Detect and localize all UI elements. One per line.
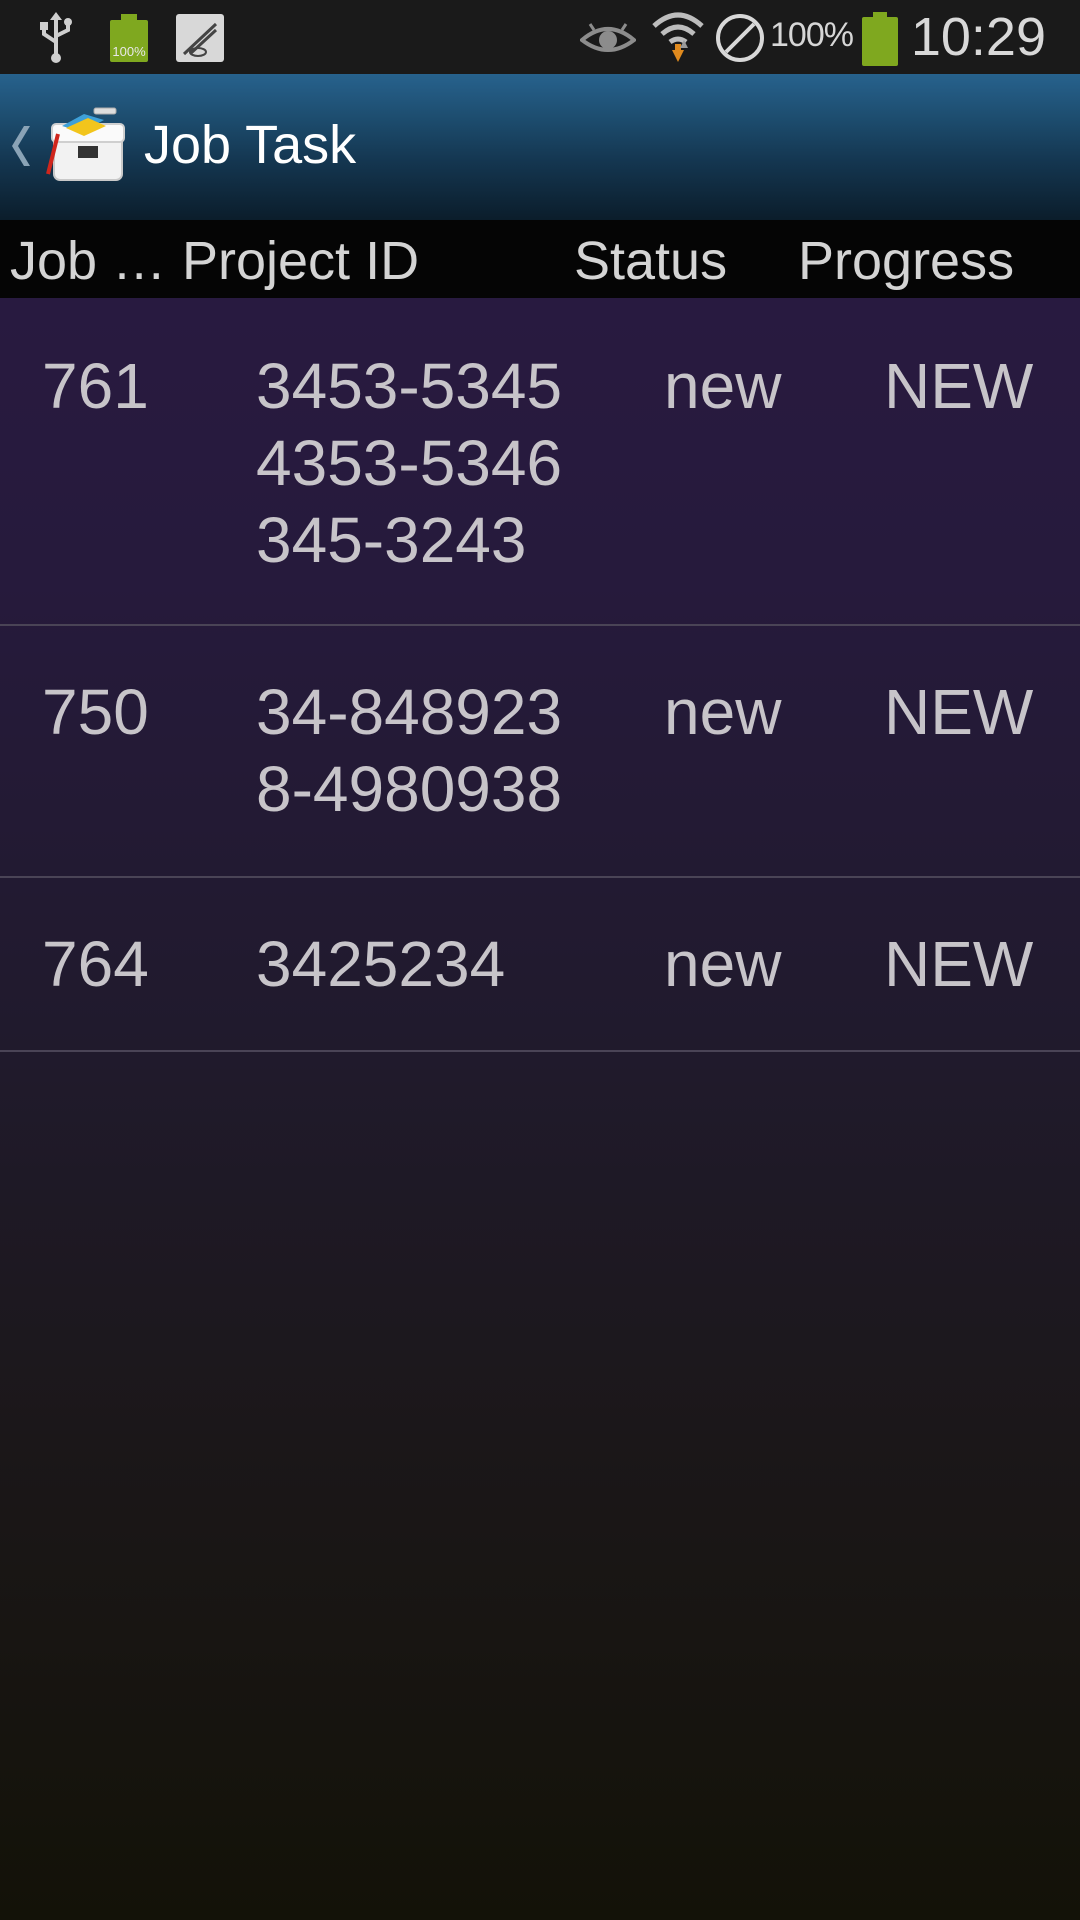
progress-value: NEW xyxy=(884,928,1034,1000)
page-title: Job Task xyxy=(144,115,357,175)
column-header-status[interactable]: Status xyxy=(574,230,727,292)
project-id: 4353-5346 xyxy=(256,427,563,499)
status-bar: 100% 100% 10:29 xyxy=(0,0,1080,74)
project-id-list: 3425234 xyxy=(256,926,505,1003)
project-id: 345-3243 xyxy=(256,504,527,576)
usb-icon xyxy=(40,12,72,63)
progress-value: NEW xyxy=(884,350,1034,422)
battery-notification-text: 100% xyxy=(112,44,146,59)
chevron-left-icon[interactable] xyxy=(10,124,32,168)
eye-icon xyxy=(580,23,636,52)
clock: 10:29 xyxy=(910,7,1046,67)
battery-notification-icon: 100% xyxy=(110,14,148,62)
project-id-list: 34-848923 8-4980938 xyxy=(256,674,562,828)
project-id-list: 3453-5345 4353-5346 345-3243 xyxy=(256,348,562,579)
status-value: new xyxy=(664,928,782,1000)
table-header: Job … Project ID Status Progress xyxy=(0,220,1080,298)
status-value: new xyxy=(664,350,782,422)
project-id: 8-4980938 xyxy=(256,753,563,825)
column-header-project-id[interactable]: Project ID xyxy=(182,230,419,292)
toolbox-icon[interactable] xyxy=(44,104,130,184)
app-notification-icon xyxy=(176,14,224,62)
wifi-icon xyxy=(652,12,704,62)
table-row[interactable]: 761 3453-5345 4353-5346 345-3243 new NEW xyxy=(0,298,1080,626)
job-number: 761 xyxy=(42,350,149,422)
column-header-progress[interactable]: Progress xyxy=(798,230,1014,292)
progress-value: NEW xyxy=(884,676,1034,748)
job-number: 764 xyxy=(42,928,149,1000)
table-row[interactable]: 764 3425234 new NEW xyxy=(0,878,1080,1052)
action-bar: Job Task xyxy=(0,74,1080,220)
battery-percent: 100% xyxy=(770,16,854,54)
job-number: 750 xyxy=(42,676,149,748)
project-id: 3425234 xyxy=(256,928,506,1000)
project-id: 3453-5345 xyxy=(256,350,563,422)
do-not-disturb-icon xyxy=(716,14,764,62)
project-id: 34-848923 xyxy=(256,676,563,748)
battery-icon xyxy=(862,12,898,66)
status-value: new xyxy=(664,676,782,748)
table-row[interactable]: 750 34-848923 8-4980938 new NEW xyxy=(0,626,1080,878)
column-header-job[interactable]: Job … xyxy=(10,230,166,292)
